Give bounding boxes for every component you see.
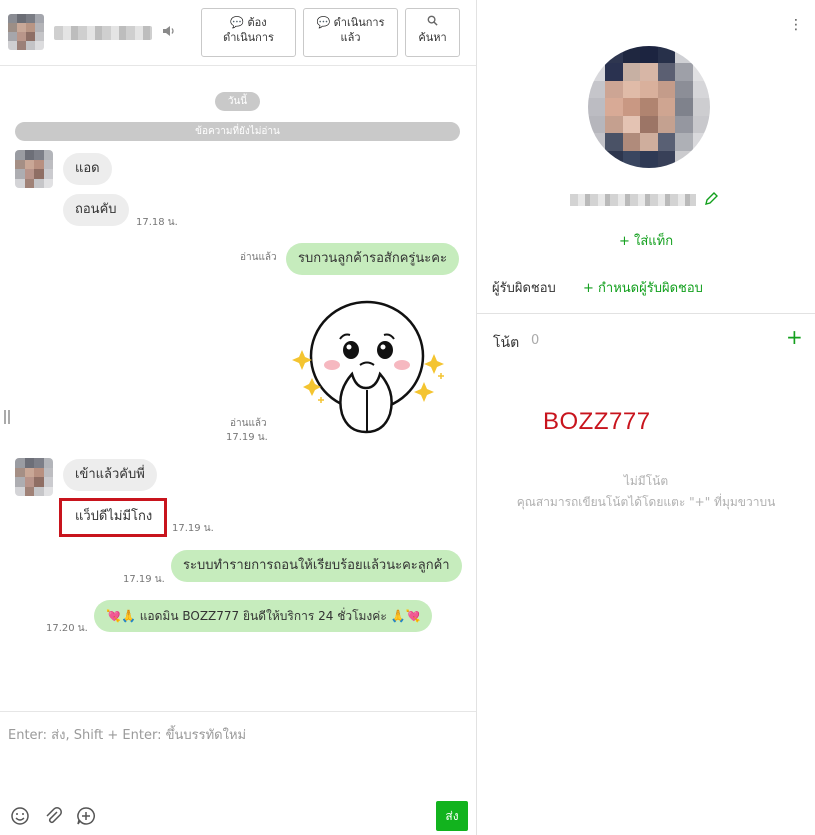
avatar[interactable] xyxy=(15,458,53,496)
section-divider xyxy=(477,313,815,314)
watermark-text: BOZZ777 xyxy=(543,408,651,435)
assign-owner-link[interactable]: + กำหนดผู้รับผิดชอบ xyxy=(583,277,703,298)
emoji-icon[interactable] xyxy=(10,806,30,826)
notes-empty-title: ไม่มีโน้ต xyxy=(623,474,669,488)
send-button[interactable]: ส่ง xyxy=(436,801,468,831)
message-bubble[interactable]: ถอนคับ xyxy=(63,194,129,226)
attachment-icon[interactable] xyxy=(43,806,63,826)
chat-check-icon: 💬 xyxy=(316,16,331,29)
todo-label-line2: ดำเนินการ xyxy=(223,31,274,44)
notes-label: โน้ต xyxy=(493,335,520,351)
search-button[interactable]: ค้นหา xyxy=(405,8,460,57)
edit-pencil-icon[interactable] xyxy=(703,191,719,207)
search-label: ค้นหา xyxy=(418,31,447,44)
contact-name-blurred xyxy=(54,26,152,40)
avatar[interactable] xyxy=(8,14,44,50)
message-bubble[interactable]: รบกวนลูกค้ารอสักครู่นะคะ xyxy=(286,243,459,275)
sticker-face-praying[interactable] xyxy=(290,292,450,442)
profile-avatar[interactable] xyxy=(588,46,710,168)
message-time: 17.19 น. xyxy=(172,523,214,534)
message-time: 17.19 น. xyxy=(123,574,165,585)
unread-divider: ข้อความที่ยังไม่อ่าน xyxy=(15,122,460,141)
read-receipt: อ่านแล้ว xyxy=(240,252,277,263)
add-note-button[interactable]: + xyxy=(786,327,803,347)
date-pill: วันนี้ xyxy=(215,92,260,111)
notes-empty-description: คุณสามารถเขียนโน้ตได้โดยแตะ "+" ที่มุมขว… xyxy=(516,495,776,509)
message-bubble[interactable]: ระบบทำรายการถอนให้เรียบร้อยแล้วนะคะลูกค้… xyxy=(171,550,462,582)
chat-header: 💬 ต้อง ดำเนินการ 💬 ดำเนินการ แล้ว ค้นหา xyxy=(0,0,476,66)
composer: Enter: ส่ง, Shift + Enter: ขึ้นบรรทัดใหม… xyxy=(0,711,476,835)
message-input[interactable]: Enter: ส่ง, Shift + Enter: ขึ้นบรรทัดใหม… xyxy=(8,724,246,745)
done-button[interactable]: 💬 ดำเนินการ แล้ว xyxy=(303,8,398,57)
message-time: 17.19 น. xyxy=(226,432,268,443)
notes-count: 0 xyxy=(531,333,540,348)
speaker-icon[interactable] xyxy=(162,24,176,38)
message-bubble[interactable]: 💘🙏 แอดมิน BOZZ777 ยินดีให้บริการ 24 ชั่ว… xyxy=(94,600,433,632)
more-menu-icon[interactable]: ⋮ xyxy=(789,18,803,32)
message-bubble[interactable]: เข้าแล้วคับพี่ xyxy=(63,459,157,491)
app: 💬 ต้อง ดำเนินการ 💬 ดำเนินการ แล้ว ค้นหา … xyxy=(0,0,815,835)
todo-button[interactable]: 💬 ต้อง ดำเนินการ xyxy=(201,8,296,57)
done-label-line1: ดำเนินการ xyxy=(333,16,385,29)
message-time: 17.18 น. xyxy=(136,217,178,228)
chat-pane: 💬 ต้อง ดำเนินการ 💬 ดำเนินการ แล้ว ค้นหา … xyxy=(0,0,477,835)
add-reply-icon[interactable] xyxy=(76,806,96,826)
highlight-box xyxy=(59,498,167,537)
message-time: 17.20 น. xyxy=(46,623,88,634)
todo-label-line1: ต้อง xyxy=(247,16,267,29)
profile-pane: ⋮ + ใส่แท็ก ผู้รับผิดชอบ + กำหนดผู้รับผิ… xyxy=(477,0,815,835)
resize-handle[interactable] xyxy=(4,410,10,424)
done-label-line2: แล้ว xyxy=(340,31,361,44)
profile-name-blurred xyxy=(570,194,696,206)
avatar[interactable] xyxy=(15,150,53,188)
read-receipt: อ่านแล้ว xyxy=(230,418,267,429)
chat-bubble-icon: 💬 xyxy=(230,16,245,29)
add-tag-link[interactable]: + ใส่แท็ก xyxy=(619,230,673,251)
search-icon xyxy=(427,15,438,26)
owner-label: ผู้รับผิดชอบ xyxy=(492,281,556,296)
message-bubble[interactable]: แอด xyxy=(63,153,112,185)
